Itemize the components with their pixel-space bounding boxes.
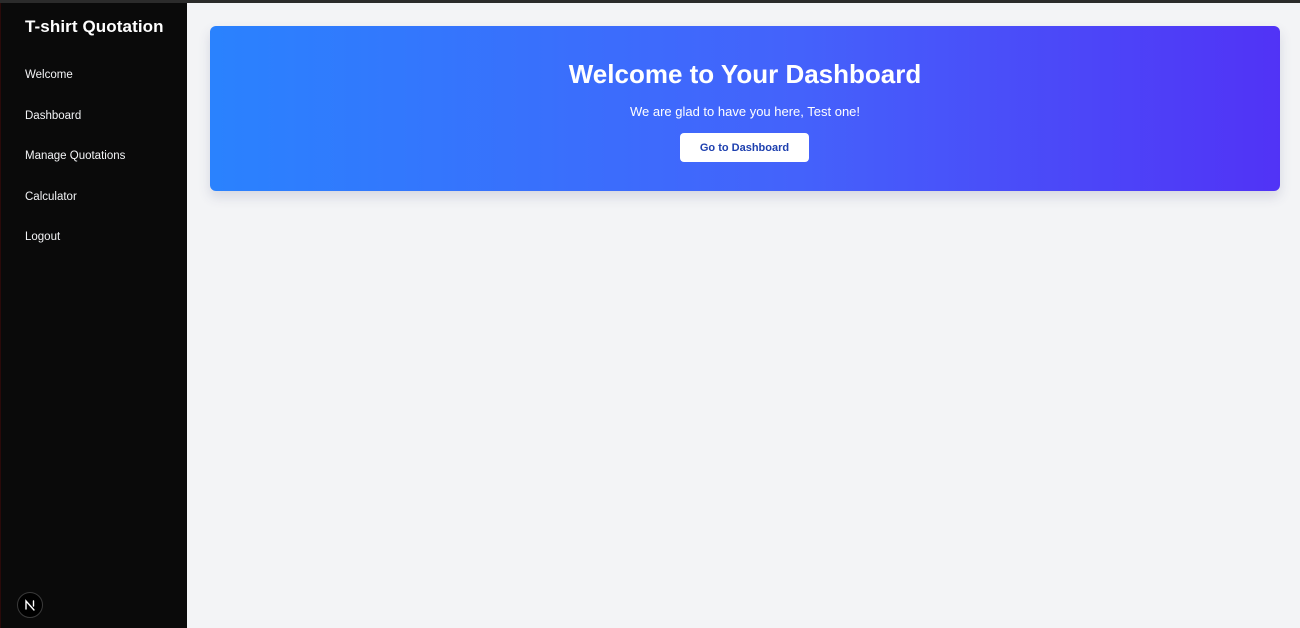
sidebar: T-shirt Quotation Welcome Dashboard Mana…: [0, 3, 187, 628]
nextjs-n-glyph: [25, 599, 35, 611]
sidebar-item-dashboard[interactable]: Dashboard: [1, 96, 188, 137]
sidebar-item-manage-quotations[interactable]: Manage Quotations: [1, 136, 188, 177]
welcome-banner: Welcome to Your Dashboard We are glad to…: [210, 26, 1280, 191]
nextjs-logo-icon[interactable]: [17, 592, 43, 618]
banner-title: Welcome to Your Dashboard: [568, 59, 922, 89]
go-to-dashboard-button[interactable]: Go to Dashboard: [680, 133, 809, 162]
banner-subtitle: We are glad to have you here, Test one!: [629, 104, 861, 119]
sidebar-item-welcome[interactable]: Welcome: [1, 55, 188, 96]
sidebar-item-logout[interactable]: Logout: [1, 217, 188, 258]
main-content: Welcome to Your Dashboard We are glad to…: [187, 3, 1300, 628]
app-title: T-shirt Quotation: [25, 17, 164, 36]
sidebar-nav: Welcome Dashboard Manage Quotations Calc…: [1, 55, 188, 258]
sidebar-item-calculator[interactable]: Calculator: [1, 177, 188, 218]
